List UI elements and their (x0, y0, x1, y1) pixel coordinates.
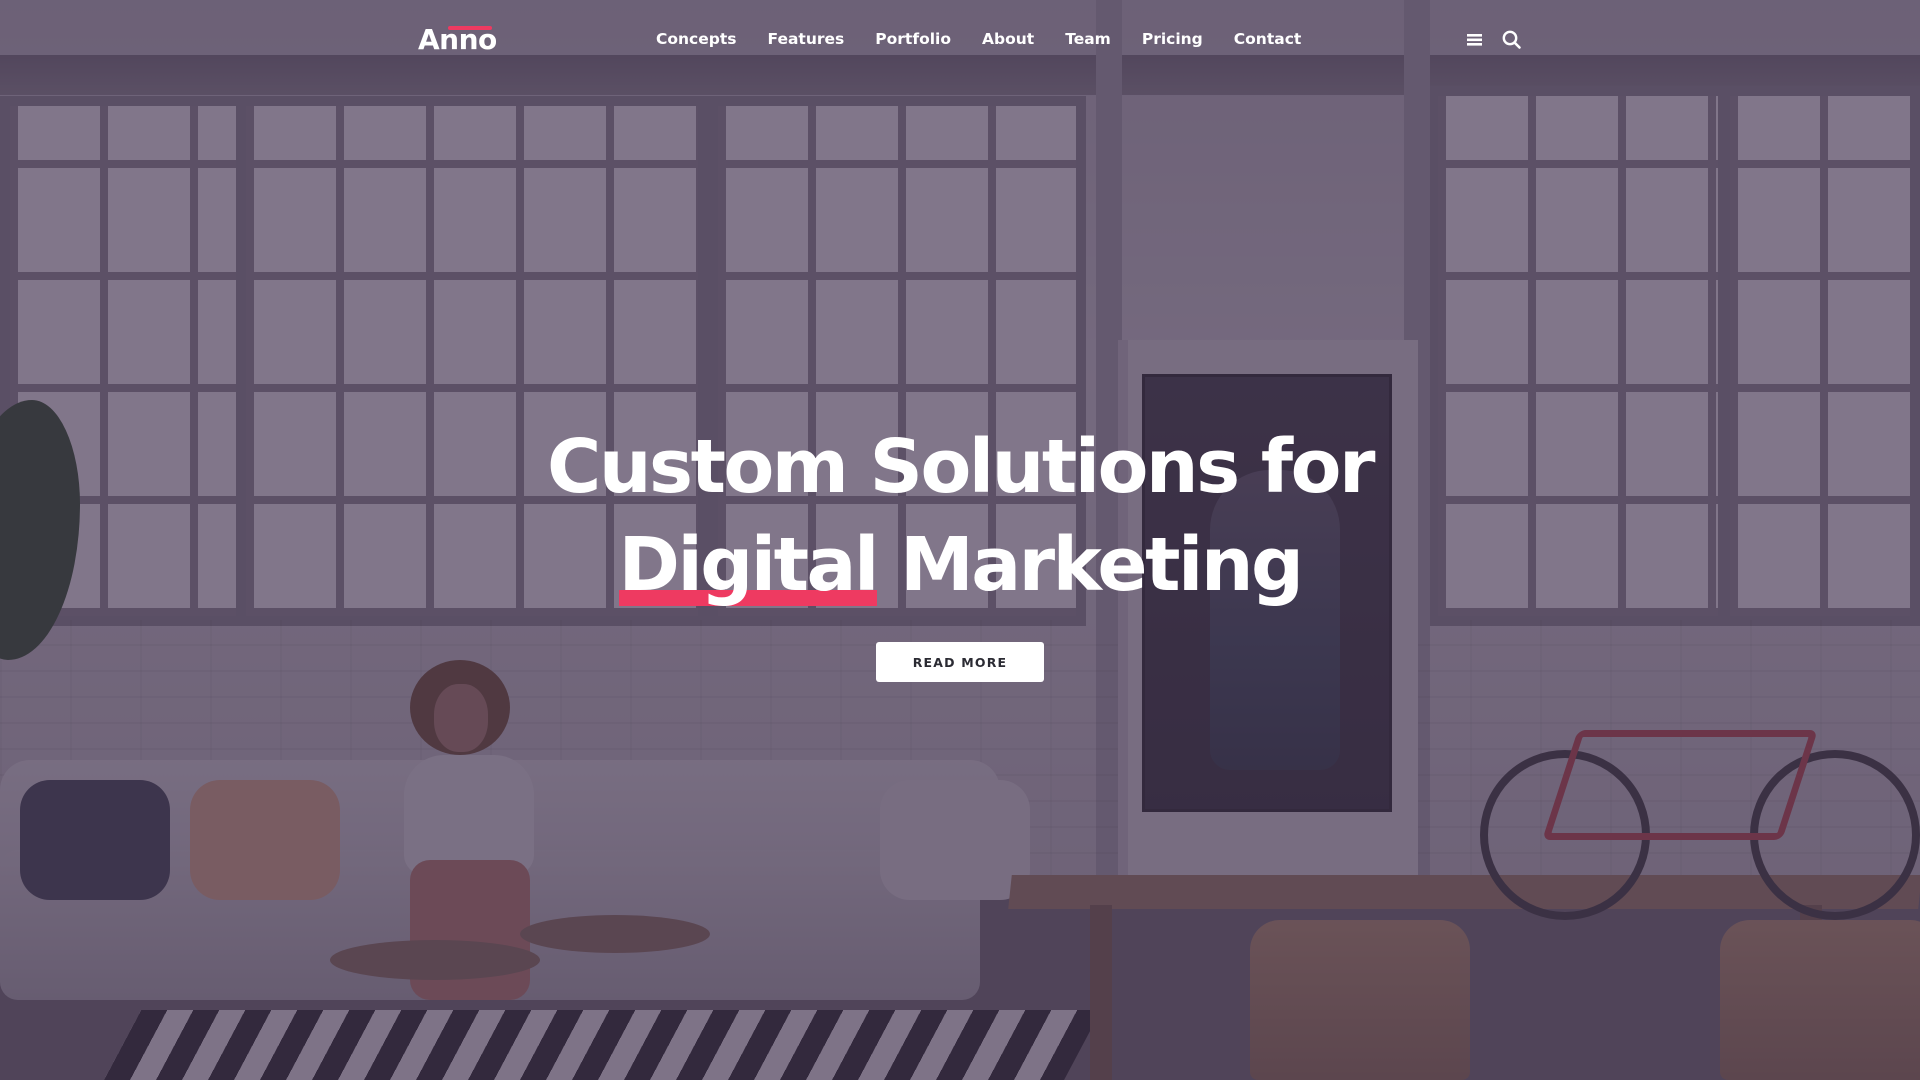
headline-highlight: Digital (618, 516, 879, 614)
nav-item-concepts[interactable]: Concepts (656, 24, 737, 54)
headline-rest: Marketing (876, 522, 1304, 608)
site-header: Anno Concepts Features Portfolio About T… (0, 0, 1920, 78)
headline-line-1: Custom Solutions for (547, 424, 1375, 510)
search-icon[interactable] (1501, 26, 1525, 52)
nav-item-portfolio[interactable]: Portfolio (875, 24, 951, 54)
nav-item-contact[interactable]: Contact (1234, 24, 1302, 54)
hero-headline: Custom Solutions for Digital Marketing (460, 418, 1460, 614)
hero-section: Anno Concepts Features Portfolio About T… (0, 0, 1920, 1080)
headline-line-2: Digital Marketing (460, 516, 1460, 614)
nav-item-team[interactable]: Team (1065, 24, 1111, 54)
nav-item-about[interactable]: About (982, 24, 1034, 54)
nav-item-features[interactable]: Features (768, 24, 845, 54)
nav-item-pricing[interactable]: Pricing (1142, 24, 1203, 54)
site-logo[interactable]: Anno (418, 20, 497, 60)
read-more-button[interactable]: READ MORE (876, 642, 1044, 682)
menu-icon[interactable] (1466, 26, 1490, 52)
main-nav: Concepts Features Portfolio About Team P… (656, 24, 1332, 54)
